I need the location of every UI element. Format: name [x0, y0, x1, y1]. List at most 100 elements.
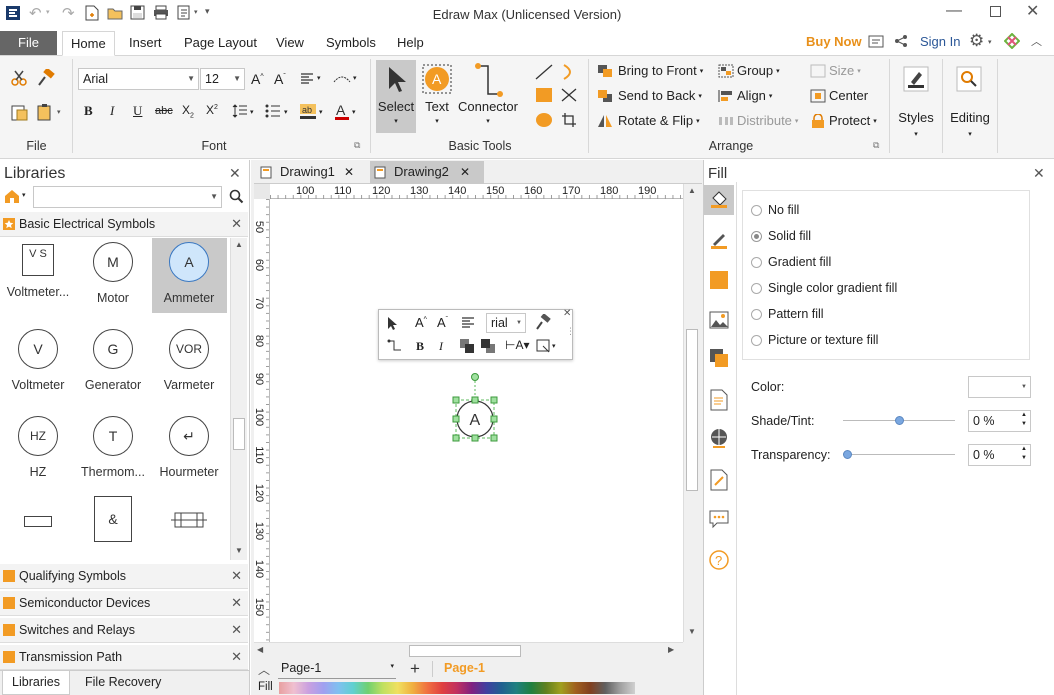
- color-swatches[interactable]: [279, 682, 635, 694]
- font-color-dropdown-icon[interactable]: ▾: [352, 108, 356, 116]
- font-dialog-launcher-icon[interactable]: ⧉: [354, 140, 360, 151]
- symbol-resistor[interactable]: [0, 516, 76, 527]
- symbol-voltmeter-selector[interactable]: V S Voltmeter...: [0, 244, 76, 299]
- library-header-semiconductor[interactable]: Semiconductor Devices ✕: [0, 591, 248, 616]
- bring-to-front-button[interactable]: Bring to Front ▾: [597, 63, 703, 78]
- paste-dropdown-icon[interactable]: ▾: [57, 108, 61, 116]
- quick-access-more-icon[interactable]: ▾: [205, 6, 210, 17]
- fill-style-dropdown-icon[interactable]: ▾: [552, 342, 556, 350]
- transparency-input[interactable]: 0 % ▲ ▼: [968, 444, 1031, 466]
- save-icon[interactable]: [130, 5, 145, 20]
- collapse-pages-icon[interactable]: ︿: [258, 661, 270, 678]
- text-align-icon[interactable]: [300, 73, 314, 85]
- image-icon[interactable]: [709, 310, 729, 330]
- rotate-flip-button[interactable]: Rotate & Flip ▾: [597, 113, 700, 128]
- cart-icon[interactable]: [868, 34, 884, 48]
- decrease-font-icon[interactable]: Aˇ: [274, 71, 286, 87]
- format-painter-icon[interactable]: [535, 314, 551, 330]
- tab-view[interactable]: View: [268, 31, 312, 56]
- scroll-right-icon[interactable]: ▶: [668, 645, 674, 654]
- symbol-and-gate[interactable]: &: [75, 496, 151, 542]
- bullets-dropdown-icon[interactable]: ▾: [284, 108, 288, 116]
- bullets-icon[interactable]: [265, 104, 281, 118]
- print-icon[interactable]: [153, 5, 169, 20]
- page-properties-icon[interactable]: [709, 389, 729, 411]
- export-dropdown-icon[interactable]: ▾: [194, 8, 198, 16]
- superscript-icon[interactable]: X2: [206, 103, 218, 117]
- fill-option-picture[interactable]: Picture or texture fill: [751, 333, 878, 347]
- resize-handle[interactable]: [452, 434, 460, 442]
- increase-font-icon[interactable]: A^: [251, 71, 264, 87]
- line-shape-icon[interactable]: [534, 63, 554, 81]
- rotation-handle[interactable]: [471, 373, 479, 381]
- close-tab-icon[interactable]: ✕: [460, 161, 470, 183]
- fill-style-icon[interactable]: [536, 339, 552, 353]
- symbol-varmeter[interactable]: VOR Varmeter: [151, 329, 227, 392]
- tab-help[interactable]: Help: [389, 31, 432, 56]
- tab-insert[interactable]: Insert: [121, 31, 170, 56]
- library-header-basic-electrical[interactable]: Basic Electrical Symbols ✕: [0, 212, 248, 237]
- resize-handle[interactable]: [452, 396, 460, 404]
- slider-knob[interactable]: [895, 416, 904, 425]
- mini-toolbar-grip-icon[interactable]: ⋮: [566, 327, 575, 336]
- scroll-left-icon[interactable]: ◀: [257, 645, 263, 654]
- add-page-icon[interactable]: +: [410, 659, 420, 679]
- library-header-switches[interactable]: Switches and Relays ✕: [0, 618, 248, 643]
- format-painter-icon[interactable]: [37, 69, 55, 87]
- apps-icon[interactable]: [1004, 33, 1020, 49]
- fill-option-gradient[interactable]: Gradient fill: [751, 255, 831, 269]
- highlight-dropdown-icon[interactable]: ▾: [319, 108, 323, 116]
- close-library-icon[interactable]: ✕: [231, 568, 242, 584]
- shade-tint-slider[interactable]: [843, 416, 955, 425]
- group-button[interactable]: Group ▾: [718, 63, 780, 78]
- decrease-font-icon[interactable]: Aˇ: [437, 315, 448, 330]
- font-color-icon[interactable]: A: [334, 103, 350, 120]
- minimize-icon[interactable]: —: [946, 2, 962, 20]
- connector-tool-button[interactable]: Connector ▾: [456, 60, 520, 133]
- scroll-up-icon[interactable]: ▲: [688, 186, 696, 195]
- page-select[interactable]: Page-1 ▾: [278, 661, 396, 679]
- text-curve-dropdown-icon[interactable]: ▾: [353, 74, 357, 82]
- file-menu-button[interactable]: File: [0, 31, 57, 55]
- close-library-icon[interactable]: ✕: [231, 216, 242, 232]
- text-curve-icon[interactable]: [332, 72, 352, 84]
- resize-handle[interactable]: [471, 434, 479, 442]
- fill-option-single-gradient[interactable]: Single color gradient fill: [751, 281, 897, 295]
- center-button[interactable]: Center: [810, 88, 868, 103]
- close-mini-toolbar-icon[interactable]: ✕: [563, 308, 571, 319]
- slider-knob[interactable]: [843, 450, 852, 459]
- close-library-icon[interactable]: ✕: [231, 595, 242, 611]
- symbol-hourmeter[interactable]: ↵ Hourmeter: [151, 416, 227, 479]
- arc-shape-icon[interactable]: [560, 63, 576, 81]
- home-dropdown-icon[interactable]: ▾: [22, 191, 26, 199]
- strikethrough-icon[interactable]: abc: [155, 105, 173, 117]
- spinner-arrows-icon[interactable]: ▲ ▼: [1021, 445, 1027, 463]
- export-icon[interactable]: [177, 5, 191, 20]
- open-file-icon[interactable]: [107, 5, 123, 21]
- paste-icon[interactable]: [10, 103, 28, 121]
- scroll-down-icon[interactable]: ▼: [688, 627, 696, 636]
- new-file-icon[interactable]: [85, 5, 99, 21]
- cut-icon[interactable]: [10, 69, 28, 87]
- increase-font-icon[interactable]: A^: [415, 315, 427, 330]
- symbol-ammeter[interactable]: A Ammeter: [151, 242, 227, 305]
- tab-symbols[interactable]: Symbols: [318, 31, 384, 56]
- text-direction-icon[interactable]: ⊢A▾: [505, 338, 529, 352]
- canvas-horizontal-scrollbar[interactable]: ◀ ▶: [254, 642, 683, 658]
- symbol-fuse[interactable]: [151, 510, 227, 533]
- size-button[interactable]: Size ▾: [810, 63, 861, 78]
- symbol-generator[interactable]: G Generator: [75, 329, 151, 392]
- settings-dropdown-icon[interactable]: ▾: [988, 38, 992, 46]
- protect-button[interactable]: Protect ▾: [810, 113, 877, 128]
- line-spacing-icon[interactable]: [232, 104, 248, 118]
- maximize-icon[interactable]: [990, 6, 1001, 17]
- close-tab-icon[interactable]: ✕: [344, 161, 354, 183]
- text-tool-button[interactable]: A Text ▾: [420, 60, 454, 133]
- text-highlight-icon[interactable]: ab: [299, 103, 317, 119]
- tab-file-recovery[interactable]: File Recovery: [85, 675, 161, 689]
- close-fill-panel-icon[interactable]: ✕: [1033, 165, 1045, 182]
- selected-ammeter-shape[interactable]: A: [450, 369, 500, 445]
- tab-drawing1[interactable]: Drawing1 ✕: [256, 161, 368, 184]
- resize-handle[interactable]: [490, 396, 498, 404]
- comment-icon[interactable]: [709, 509, 729, 529]
